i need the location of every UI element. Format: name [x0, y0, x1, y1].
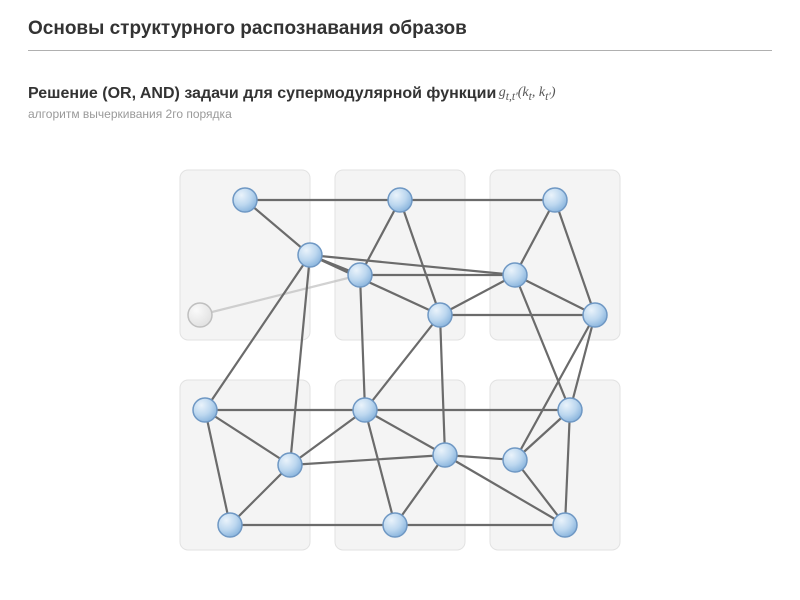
slide: Основы структурного распознавания образо…: [0, 0, 800, 600]
formula-inline: gt,t′(kt, kt′): [499, 85, 556, 100]
graph-node: [233, 188, 257, 212]
graph-node: [388, 188, 412, 212]
graph-node: [558, 398, 582, 422]
graph-node: [583, 303, 607, 327]
graph-node: [353, 398, 377, 422]
subtitle: Решение (OR, AND) задачи для супермодуля…: [28, 85, 496, 102]
subtitle-block: Решение (OR, AND) задачи для супермодуля…: [28, 85, 772, 121]
graph-node: [193, 398, 217, 422]
graph-node: [298, 243, 322, 267]
graph-node: [553, 513, 577, 537]
graph-node: [348, 263, 372, 287]
graph-node: [543, 188, 567, 212]
graph-node: [218, 513, 242, 537]
graph-node: [278, 453, 302, 477]
graph-diagram: [170, 160, 630, 580]
graph-node: [188, 303, 212, 327]
graph-node: [383, 513, 407, 537]
graph-node: [433, 443, 457, 467]
graph-node: [428, 303, 452, 327]
page-title: Основы структурного распознавания образо…: [28, 18, 772, 51]
graph-node: [503, 448, 527, 472]
sub-subtitle: алгоритм вычеркивания 2го порядка: [28, 107, 772, 121]
graph-node: [503, 263, 527, 287]
